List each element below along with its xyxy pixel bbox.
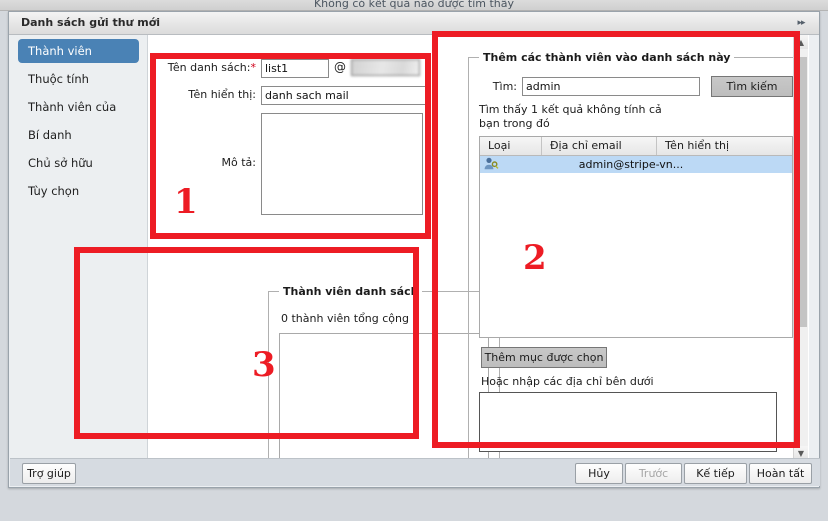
dialog-sidebar: Thành viên Thuộc tính Thành viên của Bí … [10,35,148,460]
sidebar-item-members[interactable]: Thành viên [18,39,139,63]
list-members-legend: Thành viên danh sách [283,285,419,298]
content-vertical-scrollbar[interactable]: ▲ ▼ [793,35,808,460]
previous-button[interactable]: Trước [625,463,682,484]
display-name-label: Tên hiển thị: [188,88,256,101]
search-input[interactable]: admin [522,77,700,96]
search-button[interactable]: Tìm kiếm [711,76,793,97]
description-row: Mô tả: [164,113,439,215]
chevron-up-icon[interactable]: ▲ [794,35,808,49]
cancel-button[interactable]: Hủy [575,463,623,484]
addresses-textarea[interactable] [479,392,777,452]
annotation-label-2: 2 [523,238,547,278]
search-row: Tìm: admin Tìm kiếm [479,76,793,97]
sidebar-item-label: Thành viên của [28,100,117,114]
chevron-double-right-icon[interactable]: ▸▸ [789,15,813,31]
list-members-section: Thành viên danh sách 0 thành viên tổng c… [268,285,500,460]
search-results-table[interactable]: Loại Địa chỉ email Tên hiển thị admin@st… [479,136,793,338]
list-members-group: Thành viên danh sách 0 thành viên tổng c… [268,285,500,460]
search-label: Tìm: [492,80,517,93]
list-members-count: 0 thành viên tổng cộng [281,312,409,325]
domain-field-redacted[interactable] [351,59,420,76]
dialog-content-pane: Tên danh sách:* list1 @ Tên hiển thị: da… [148,35,809,460]
next-button[interactable]: Kế tiếp [684,463,747,484]
display-name-row: Tên hiển thị: danh sach mail [164,86,439,105]
dialog-footer: Trợ giúp Hủy Trước Kế tiếp Hoàn tất [10,458,820,486]
column-header-email[interactable]: Địa chỉ email [542,137,657,155]
dialog-title: Danh sách gửi thư mới [21,16,161,29]
background-notice-text: Không có kết quả nào được tìm thấy [313,0,515,10]
dialog-body: Thành viên Thuộc tính Thành viên của Bí … [9,35,821,460]
sidebar-item-label: Tùy chọn [28,184,80,198]
or-enter-addresses-note: Hoặc nhập các địa chỉ bên dưới [481,375,654,388]
add-members-section: Thêm các thành viên vào danh sách này Tì… [468,51,804,460]
sidebar-item-label: Chủ sở hữu [28,156,93,170]
list-name-label-text: Tên danh sách: [167,61,251,74]
sidebar-item-label: Thành viên [28,44,92,58]
sidebar-item-aliases[interactable]: Bí danh [18,123,139,147]
user-key-icon [480,157,546,173]
add-selected-button[interactable]: Thêm mục được chọn [481,347,607,368]
add-members-legend: Thêm các thành viên vào danh sách này [483,51,731,64]
dialog-titlebar: Danh sách gửi thư mới ▸▸ [9,12,819,35]
at-symbol: @ [334,60,346,74]
sidebar-item-properties[interactable]: Thuộc tính [18,67,139,91]
list-members-listbox[interactable] [279,333,489,460]
list-identity-form: Tên danh sách:* list1 @ Tên hiển thị: da… [164,59,439,223]
list-name-input[interactable]: list1 [261,59,329,78]
annotation-label-1: 1 [174,182,198,222]
table-row[interactable]: admin@stripe-vn... [480,156,792,173]
help-button[interactable]: Trợ giúp [22,463,76,484]
scrollbar-thumb[interactable] [795,57,807,327]
display-name-input[interactable]: danh sach mail [261,86,429,105]
list-name-label: Tên danh sách:* [164,59,261,76]
sidebar-item-owners[interactable]: Chủ sở hữu [18,151,139,175]
sidebar-item-label: Bí danh [28,128,72,142]
column-header-display-name[interactable]: Tên hiển thị [657,137,767,155]
required-marker: * [250,61,257,74]
finish-button[interactable]: Hoàn tất [749,463,812,484]
sidebar-item-member-of[interactable]: Thành viên của [18,95,139,119]
annotation-label-3: 3 [252,345,276,385]
list-name-row: Tên danh sách:* list1 @ [164,59,439,78]
add-members-group: Thêm các thành viên vào danh sách này Tì… [468,51,804,460]
sidebar-item-options[interactable]: Tùy chọn [18,179,139,203]
new-mailing-list-dialog: Danh sách gửi thư mới ▸▸ Thành viên Thuộ… [8,11,820,488]
table-cell-email: admin@stripe-vn... [578,158,684,171]
search-result-note: Tìm thấy 1 kết quả không tính cả bạn tro… [479,103,662,130]
table-header-row: Loại Địa chỉ email Tên hiển thị [480,137,792,156]
column-header-type[interactable]: Loại [480,137,542,155]
description-textarea[interactable] [261,113,423,215]
sidebar-item-label: Thuộc tính [28,72,89,86]
